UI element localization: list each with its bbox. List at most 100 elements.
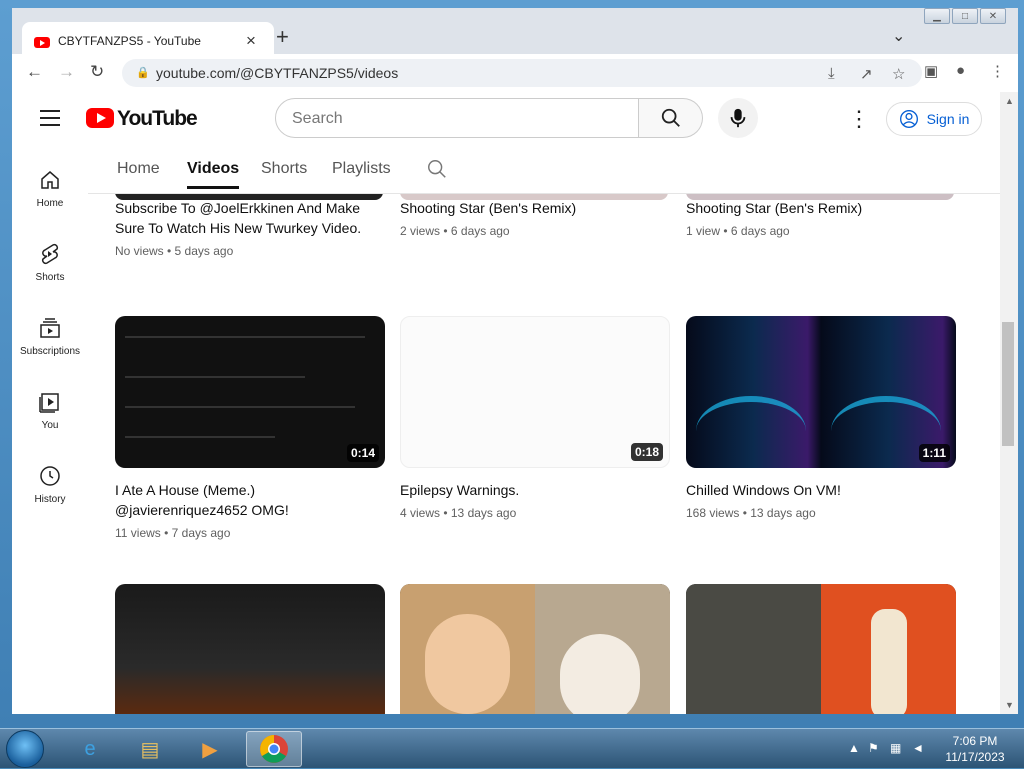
share-icon[interactable]: ↗ — [860, 65, 873, 83]
video-duration: 0:18 — [630, 443, 663, 461]
video-title[interactable]: Subscribe To @JoelErkkinen And Make Sure… — [115, 198, 375, 238]
channel-search-icon[interactable] — [426, 158, 448, 180]
tab-search-icon[interactable]: ⌄ — [892, 26, 905, 46]
sidebar-item-subscriptions[interactable]: Subscriptions — [12, 316, 88, 357]
video-duration: 0:14 — [346, 444, 379, 462]
new-tab-icon[interactable]: + — [276, 24, 289, 50]
video-meta: 4 views • 13 days ago — [400, 506, 517, 520]
scroll-down-icon[interactable]: ▼ — [1005, 700, 1014, 710]
lock-icon: 🔒 — [136, 67, 150, 79]
maximize-button[interactable]: □ — [952, 8, 978, 24]
youtube-logo-text[interactable]: YouTube — [117, 107, 198, 131]
youtube-favicon-icon — [34, 37, 50, 48]
sidebar-item-home[interactable]: Home — [12, 168, 88, 209]
video-title[interactable]: I Ate A House (Meme.) @javierenriquez465… — [115, 480, 375, 520]
tab-videos[interactable]: Videos — [187, 160, 240, 189]
video-card[interactable]: 1:11 Chilled Windows On VM! 168 views • … — [686, 316, 956, 520]
video-meta: 2 views • 6 days ago — [400, 224, 510, 238]
install-icon[interactable]: ⤓ — [828, 65, 835, 82]
video-thumbnail[interactable]: 0:18 — [400, 316, 670, 468]
youtube-page: YouTube Search ⋮ Sign in Home Shorts Sub… — [12, 92, 1000, 714]
history-icon — [40, 466, 60, 486]
video-duration: 1:11 — [918, 444, 950, 462]
video-title[interactable]: Shooting Star (Ben's Remix) — [400, 198, 660, 218]
tab-title: CBYTFANZPS5 - YouTube — [58, 34, 201, 48]
sidebar-label: History — [34, 494, 66, 505]
search-input[interactable]: Search — [275, 98, 639, 138]
video-thumbnail[interactable] — [686, 584, 956, 714]
you-icon — [39, 393, 59, 413]
tab-close-icon[interactable]: × — [246, 31, 256, 51]
volume-muted-icon[interactable]: ◄ — [912, 741, 924, 755]
video-title[interactable]: Epilepsy Warnings. — [400, 480, 660, 500]
video-card[interactable]: 0:14 I Ate A House (Meme.) @javierenriqu… — [115, 316, 385, 540]
bookmark-star-icon[interactable]: ☆ — [892, 65, 905, 83]
start-button[interactable] — [6, 730, 44, 768]
scrollbar-thumb[interactable] — [1002, 322, 1014, 446]
internet-explorer-icon[interactable]: e — [62, 731, 118, 767]
sidebar-label: You — [41, 420, 59, 431]
search-button[interactable] — [639, 98, 703, 138]
clock-time: 7:06 PM — [952, 734, 998, 748]
masthead: YouTube Search ⋮ Sign in — [12, 92, 1000, 148]
action-center-icon[interactable]: ⚑ — [868, 741, 879, 755]
sidebar-label: Subscriptions — [19, 346, 81, 357]
address-bar[interactable]: 🔒 youtube.com/@CBYTFANZPS5/videos ⤓ ↗ ☆ — [122, 59, 922, 87]
youtube-logo-icon[interactable] — [86, 108, 114, 128]
video-meta: No views • 5 days ago — [115, 244, 234, 258]
video-meta: 1 view • 6 days ago — [686, 224, 790, 238]
file-explorer-icon[interactable]: ▤ — [122, 731, 178, 767]
video-meta: 168 views • 13 days ago — [686, 506, 816, 520]
reload-icon[interactable]: ↻ — [90, 62, 104, 82]
channel-tabs: Home Videos Shorts Playlists — [88, 148, 1000, 194]
video-thumbnail[interactable]: 1:11 — [686, 316, 956, 468]
system-tray: ▲ ⚑ ▦ ◄ 7:06 PM 11/17/2023 — [840, 729, 1024, 769]
scroll-up-icon[interactable]: ▲ — [1005, 96, 1014, 106]
page-scrollbar[interactable]: ▲ ▼ — [1000, 92, 1018, 714]
minimize-button[interactable]: ▁ — [924, 8, 950, 24]
video-thumbnail[interactable]: 0:14 — [115, 316, 385, 468]
tab-playlists[interactable]: Playlists — [332, 160, 391, 178]
video-card[interactable] — [400, 584, 670, 714]
sign-in-label: Sign in — [926, 111, 970, 127]
omnibar: ← → ↻ 🔒 youtube.com/@CBYTFANZPS5/videos … — [12, 54, 1018, 92]
window-controls: ▁ □ ✕ — [924, 8, 1006, 24]
voice-search-button[interactable] — [718, 98, 758, 138]
sidebar-item-history[interactable]: History — [12, 464, 88, 505]
search-placeholder: Search — [292, 110, 343, 127]
media-player-icon[interactable]: ▶ — [182, 731, 238, 767]
tab-home[interactable]: Home — [117, 160, 160, 178]
network-icon[interactable]: ▦ — [890, 741, 901, 755]
menu-icon[interactable] — [40, 110, 60, 131]
chrome-menu-icon[interactable]: ⋮ — [990, 62, 1005, 80]
sidebar-label: Home — [36, 198, 64, 209]
video-card[interactable]: 0:18 Epilepsy Warnings. 4 views • 13 day… — [400, 316, 670, 520]
video-title[interactable]: Chilled Windows On VM! — [686, 480, 946, 500]
sidebar-item-shorts[interactable]: Shorts — [12, 242, 88, 283]
settings-more-icon[interactable]: ⋮ — [848, 106, 870, 132]
chrome-taskbar-icon[interactable] — [246, 731, 302, 767]
forward-icon[interactable]: → — [58, 62, 75, 82]
video-card[interactable] — [115, 584, 385, 714]
clock-date: 11/17/2023 — [945, 750, 1005, 764]
video-thumbnail[interactable] — [115, 584, 385, 714]
chrome-toolbar: ▁ □ ✕ CBYTFANZPS5 - YouTube × + ⌄ ← → ↻ … — [12, 8, 1018, 92]
video-meta: 11 views • 7 days ago — [115, 526, 231, 540]
video-title[interactable]: Shooting Star (Ben's Remix) — [686, 198, 946, 218]
sidebar: Home Shorts Subscriptions You History — [12, 148, 88, 714]
back-icon[interactable]: ← — [26, 62, 43, 82]
video-thumbnail[interactable] — [400, 584, 670, 714]
side-panel-icon[interactable]: ▣ — [924, 62, 938, 80]
home-icon — [41, 171, 59, 189]
close-window-button[interactable]: ✕ — [980, 8, 1006, 24]
clock[interactable]: 7:06 PM 11/17/2023 — [940, 733, 1010, 765]
video-card[interactable] — [686, 584, 956, 714]
tab-shorts[interactable]: Shorts — [261, 160, 307, 178]
profile-icon[interactable]: ● — [956, 62, 965, 79]
video-card[interactable]: Subscribe To @JoelErkkinen And Make Sure… — [115, 186, 385, 258]
account-icon — [899, 110, 918, 128]
microphone-icon — [730, 108, 746, 128]
sidebar-item-you[interactable]: You — [12, 390, 88, 431]
sign-in-button[interactable]: Sign in — [886, 102, 982, 136]
show-hidden-icons-icon[interactable]: ▲ — [848, 741, 860, 755]
